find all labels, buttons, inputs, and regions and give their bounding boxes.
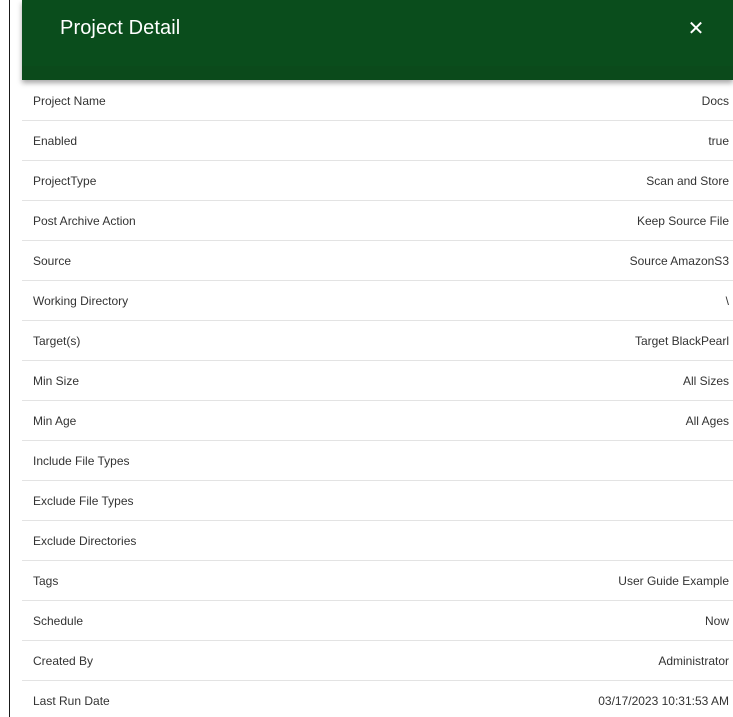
window-edge: [9, 0, 10, 717]
detail-value: Keep Source File: [636, 214, 729, 228]
detail-row-tags: Tags User Guide Example: [22, 561, 733, 601]
detail-value: \: [725, 294, 729, 308]
detail-row-schedule: Schedule Now: [22, 601, 733, 641]
detail-value: User Guide Example: [618, 574, 729, 588]
detail-label: Enabled: [33, 134, 78, 148]
detail-label: Target(s): [33, 334, 81, 348]
detail-label: Exclude File Types: [33, 494, 134, 508]
detail-label: Include File Types: [33, 454, 130, 468]
dialog-title: Project Detail: [60, 17, 181, 39]
detail-label: Schedule: [33, 614, 84, 628]
detail-row-working-directory: Working Directory \: [22, 281, 733, 321]
detail-value: Administrator: [658, 654, 729, 668]
detail-label: ProjectType: [33, 174, 97, 188]
detail-row-include-file-types: Include File Types: [22, 441, 733, 481]
detail-value: Docs: [701, 94, 729, 108]
detail-label: Min Size: [33, 374, 80, 388]
detail-label: Min Age: [33, 414, 77, 428]
detail-value: 03/17/2023 10:31:53 AM: [598, 694, 729, 708]
detail-row-project-name: Project Name Docs: [22, 81, 733, 121]
detail-row-exclude-directories: Exclude Directories: [22, 521, 733, 561]
detail-row-exclude-file-types: Exclude File Types: [22, 481, 733, 521]
detail-row-last-run-date: Last Run Date 03/17/2023 10:31:53 AM: [22, 681, 733, 717]
detail-value: true: [708, 134, 729, 148]
detail-value: Now: [704, 614, 729, 628]
detail-label: Source: [33, 254, 72, 268]
detail-value: Source AmazonS3: [629, 254, 729, 268]
detail-label: Tags: [33, 574, 59, 588]
detail-label: Working Directory: [33, 294, 129, 308]
detail-row-targets: Target(s) Target BlackPearl: [22, 321, 733, 361]
detail-label: Last Run Date: [33, 694, 110, 708]
header-bottom-band: [22, 66, 733, 80]
detail-row-min-age: Min Age All Ages: [22, 401, 733, 441]
detail-value: Scan and Store: [646, 174, 729, 188]
detail-row-project-type: ProjectType Scan and Store: [22, 161, 733, 201]
detail-row-created-by: Created By Administrator: [22, 641, 733, 681]
detail-row-min-size: Min Size All Sizes: [22, 361, 733, 401]
detail-value: Target BlackPearl: [634, 334, 729, 348]
detail-value: All Sizes: [682, 374, 729, 388]
detail-value: All Ages: [685, 414, 729, 428]
detail-list: Project Name Docs Enabled true ProjectTy…: [22, 81, 733, 717]
project-detail-page: Project Detail ✕ Project Name Docs Enabl…: [0, 0, 733, 717]
detail-row-post-archive-action: Post Archive Action Keep Source File: [22, 201, 733, 241]
close-icon[interactable]: ✕: [683, 14, 709, 44]
detail-row-enabled: Enabled true: [22, 121, 733, 161]
dialog-header: Project Detail ✕: [22, 0, 733, 80]
detail-row-source: Source Source AmazonS3: [22, 241, 733, 281]
detail-label: Project Name: [33, 94, 106, 108]
detail-label: Exclude Directories: [33, 534, 137, 548]
detail-label: Created By: [33, 654, 94, 668]
detail-label: Post Archive Action: [33, 214, 136, 228]
